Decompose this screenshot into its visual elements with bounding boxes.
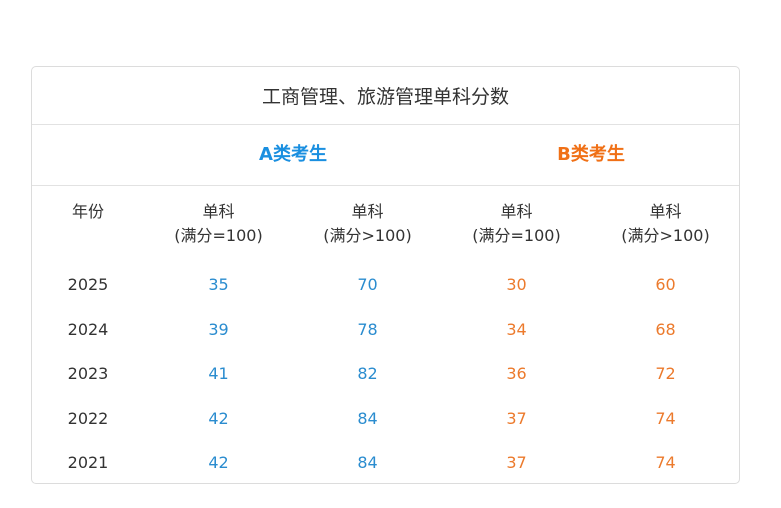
b-eq100-cell: 30	[506, 275, 527, 294]
header-a-gt100: 单科 (满分>100)	[293, 200, 442, 248]
year-cell: 2021	[67, 453, 109, 473]
table-row: 2025 35 70 30 60	[32, 263, 739, 308]
year-cell: 2022	[67, 408, 109, 428]
a-gt100-cell: 70	[357, 275, 378, 294]
group-b-label: B类考生	[557, 144, 625, 165]
year-cell: 2023	[67, 364, 109, 384]
header-a-gt100-line2: (满分>100)	[323, 226, 412, 245]
table-row: 2021 42 84 37 74	[32, 441, 739, 483]
year-cell: 2024	[67, 319, 109, 339]
a-eq100-cell: 39	[208, 319, 229, 339]
header-a-eq100: 单科 (满分=100)	[144, 200, 293, 248]
b-eq100-cell: 37	[506, 453, 527, 473]
year-header: 年份	[71, 202, 104, 221]
table-row: 2024 39 78 34 68	[32, 308, 739, 353]
header-a-eq100-line2: (满分=100)	[174, 226, 263, 245]
b-gt100-cell: 72	[655, 364, 676, 384]
a-gt100-cell: 84	[357, 408, 378, 428]
group-header-row: A类考生 B类考生	[32, 125, 739, 186]
b-gt100-cell: 60	[655, 275, 676, 294]
a-gt100-cell: 82	[357, 364, 378, 384]
header-b-gt100-line2: (满分>100)	[621, 226, 710, 245]
group-a-label: A类考生	[259, 144, 327, 165]
table-body: 2025 35 70 30 60 2024 39 78 34 68 2023 4…	[32, 263, 739, 483]
year-cell: 2025	[67, 275, 109, 294]
header-b-eq100: 单科 (满分=100)	[442, 200, 591, 248]
header-b-gt100: 单科 (满分>100)	[591, 200, 739, 248]
a-gt100-cell: 84	[357, 453, 378, 473]
header-b-eq100-line2: (满分=100)	[472, 226, 561, 245]
score-table-card: 工商管理、旅游管理单科分数 A类考生 B类考生 年份 单科 (满分=100) 单…	[31, 66, 740, 484]
b-gt100-cell: 74	[655, 453, 676, 473]
header-a-gt100-line1: 单科	[351, 202, 384, 221]
a-eq100-cell: 42	[208, 408, 229, 428]
a-gt100-cell: 78	[357, 319, 378, 339]
a-eq100-cell: 41	[208, 364, 229, 384]
b-eq100-cell: 34	[506, 319, 527, 339]
header-b-eq100-line1: 单科	[500, 202, 533, 221]
b-gt100-cell: 74	[655, 408, 676, 428]
a-eq100-cell: 42	[208, 453, 229, 473]
table-row: 2022 42 84 37 74	[32, 397, 739, 442]
header-a-eq100-line1: 单科	[202, 202, 235, 221]
b-eq100-cell: 37	[506, 408, 527, 428]
a-eq100-cell: 35	[208, 275, 229, 294]
table-title: 工商管理、旅游管理单科分数	[32, 67, 739, 125]
b-eq100-cell: 36	[506, 364, 527, 384]
table-row: 2023 41 82 36 72	[32, 352, 739, 397]
header-b-gt100-line1: 单科	[649, 202, 682, 221]
b-gt100-cell: 68	[655, 319, 676, 339]
column-header-row: 年份 单科 (满分=100) 单科 (满分>100) 单科 (满分=100) 单…	[32, 186, 739, 262]
